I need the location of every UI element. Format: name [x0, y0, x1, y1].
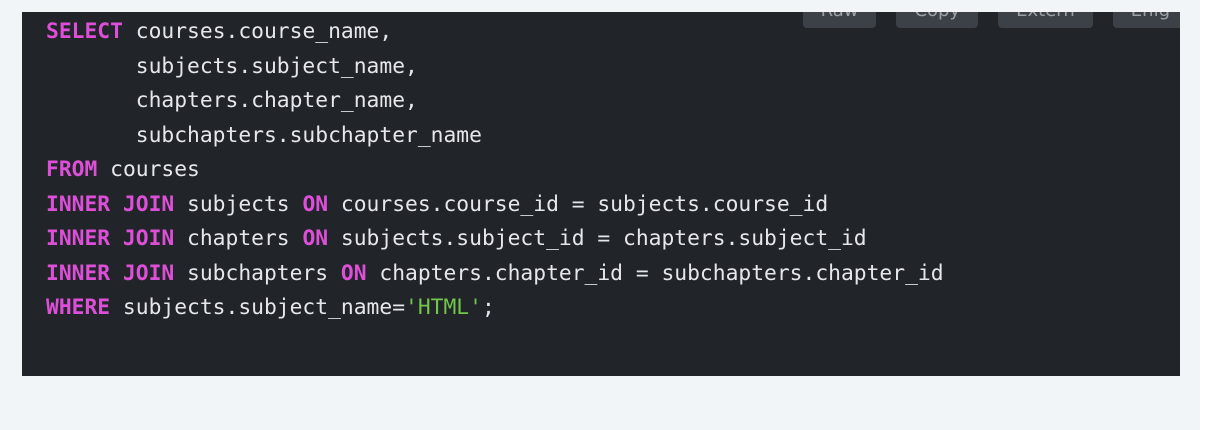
code-line: SELECT courses.course_name,: [46, 15, 944, 50]
code-token: courses.course_name,: [122, 19, 393, 44]
code-token: courses.course_id = subjects.course_id: [328, 191, 829, 217]
enlarge-button[interactable]: Enlg: [1112, 12, 1180, 28]
code-line: INNER JOIN subjects ON courses.course_id…: [46, 188, 944, 223]
sql-keyword: ON: [340, 260, 367, 286]
code-token: chapters.chapter_id = subchapters.chapte…: [366, 260, 944, 286]
code-line: chapters.chapter_name,: [46, 84, 944, 119]
code-token: subjects.subject_id = chapters.subject_i…: [328, 226, 867, 251]
sql-keyword: FROM: [46, 157, 98, 182]
extern-button[interactable]: Extern: [998, 12, 1093, 28]
code-token: courses: [97, 157, 200, 182]
sql-string: 'HTML': [405, 295, 482, 320]
sql-keyword: ON: [302, 226, 329, 251]
sql-keyword: WHERE: [46, 295, 111, 320]
sql-keyword: INNER JOIN: [46, 226, 175, 251]
sql-keyword: ON: [302, 191, 329, 217]
code-line: INNER JOIN subchapters ON chapters.chapt…: [46, 257, 944, 292]
sql-keyword: INNER JOIN: [46, 191, 175, 217]
code-token: chapters: [174, 226, 303, 251]
sql-keyword: INNER JOIN: [46, 260, 175, 286]
code-token: ;: [481, 295, 495, 320]
code-line: subjects.subject_name,: [46, 50, 944, 85]
code-line: subchapters.subchapter_name: [46, 119, 944, 154]
code-token: subjects: [174, 191, 303, 217]
code-line: FROM courses: [46, 153, 944, 188]
code-line: WHERE subjects.subject_name='HTML';: [46, 291, 944, 326]
code-token: subchapters.subchapter_name: [46, 122, 482, 148]
code-token: chapters.chapter_name,: [46, 88, 418, 113]
sql-code: SELECT courses.course_name, subjects.sub…: [46, 15, 944, 326]
code-token: subchapters: [174, 260, 341, 286]
code-block[interactable]: Raw Copy Extern Enlg SELECT courses.cour…: [22, 12, 1180, 376]
page-background: Raw Copy Extern Enlg SELECT courses.cour…: [0, 0, 1200, 430]
sql-keyword: SELECT: [46, 19, 123, 44]
code-line: INNER JOIN chapters ON subjects.subject_…: [46, 222, 944, 257]
code-token: subjects.subject_name=: [110, 295, 406, 320]
code-token: subjects.subject_name,: [46, 53, 418, 79]
